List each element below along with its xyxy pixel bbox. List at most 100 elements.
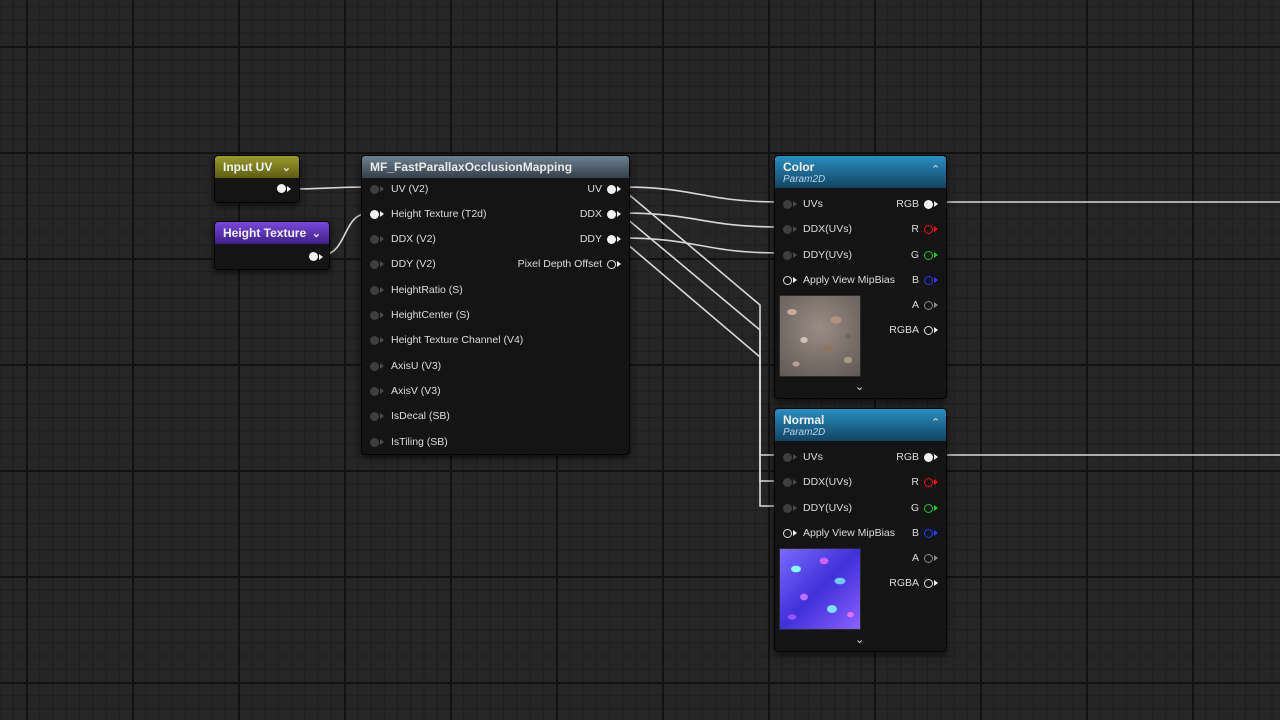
height-texture-output-pin[interactable]: [309, 252, 323, 261]
color-texture-node[interactable]: Color Param2D ⌃ UVs DDX(UVs) DDY(UVs) Ap…: [774, 155, 947, 399]
output-pin-label: R: [911, 476, 919, 488]
color-node-header[interactable]: Color Param2D: [775, 156, 946, 188]
output-pin-label: A: [911, 299, 919, 311]
color-input-uvs[interactable]: UVs: [783, 198, 823, 210]
output-pin-ddy[interactable]: DDY: [580, 233, 621, 245]
input-uv-header[interactable]: Input UV ⌄: [215, 156, 299, 178]
height-texture-header[interactable]: Height Texture ⌄: [215, 222, 329, 244]
connection-wires: [289, 186, 1280, 507]
input-uv-output-pin[interactable]: [277, 184, 291, 193]
normal-node-subtitle: Param2D: [783, 426, 826, 438]
wire-ddy-to-color-ddy: [619, 237, 784, 254]
normal-input-apply-view-mipbias[interactable]: Apply View MipBias: [783, 527, 895, 539]
color-output-b[interactable]: B: [912, 274, 938, 286]
input-pin-label: UVs: [803, 451, 823, 463]
input-pin-ddy[interactable]: DDY (V2): [370, 258, 436, 270]
input-pin-label: IsTiling (SB): [391, 436, 448, 448]
input-uv-node[interactable]: Input UV ⌄: [214, 155, 300, 203]
normal-node-header[interactable]: Normal Param2D: [775, 409, 946, 441]
output-pin-label: B: [911, 527, 919, 539]
normal-input-uvs[interactable]: UVs: [783, 451, 823, 463]
input-pin-label: DDY(UVs): [803, 502, 852, 514]
output-pin-label: RGB: [896, 198, 919, 210]
input-pin-axis-u[interactable]: AxisU (V3): [370, 360, 441, 372]
color-output-g[interactable]: G: [911, 249, 938, 261]
output-pin-label: Pixel Depth Offset: [517, 258, 602, 270]
input-pin-ddx[interactable]: DDX (V2): [370, 233, 436, 245]
input-pin-label: UV (V2): [391, 183, 429, 195]
color-output-a[interactable]: A: [912, 299, 938, 311]
input-pin-label: Apply View MipBias: [803, 274, 896, 286]
normal-node-title: Normal: [783, 412, 825, 427]
chevron-up-icon[interactable]: ⌃: [931, 163, 940, 176]
normal-output-a[interactable]: A: [912, 552, 938, 564]
input-pin-label: HeightRatio (S): [391, 284, 463, 296]
input-pin-height-texture-channel[interactable]: Height Texture Channel (V4): [370, 334, 523, 346]
output-pin-label: RGB: [896, 451, 919, 463]
input-pin-height-texture[interactable]: Height Texture (T2d): [370, 208, 487, 220]
normal-output-b[interactable]: B: [912, 527, 938, 539]
output-pin-label: B: [911, 274, 919, 286]
input-pin-height-ratio[interactable]: HeightRatio (S): [370, 284, 463, 296]
wire-uv-to-normal-uvs: [619, 186, 783, 456]
output-pin-label: G: [910, 502, 919, 514]
chevron-up-icon[interactable]: ⌃: [931, 416, 940, 429]
color-texture-preview: [779, 295, 861, 377]
color-output-rgb[interactable]: RGB: [896, 198, 938, 210]
output-pin-label: RGBA: [889, 577, 919, 589]
output-pin-pixel-depth-offset[interactable]: Pixel Depth Offset: [518, 258, 621, 270]
input-pin-label: DDX(UVs): [803, 223, 852, 235]
height-texture-node[interactable]: Height Texture ⌄: [214, 221, 330, 270]
chevron-down-icon[interactable]: ⌄: [855, 633, 864, 646]
normal-texture-node[interactable]: Normal Param2D ⌃ UVs DDX(UVs) DDY(UVs) A…: [774, 408, 947, 652]
normal-output-rgb[interactable]: RGB: [896, 451, 938, 463]
output-pin-label: RGBA: [889, 324, 919, 336]
input-pin-is-decal[interactable]: IsDecal (SB): [370, 410, 450, 422]
input-pin-label: Height Texture Channel (V4): [391, 334, 524, 346]
color-output-r[interactable]: R: [911, 223, 938, 235]
color-input-apply-view-mipbias[interactable]: Apply View MipBias: [783, 274, 895, 286]
normal-input-ddy[interactable]: DDY(UVs): [783, 502, 852, 514]
input-pin-label: Apply View MipBias: [803, 527, 896, 539]
output-pin-ddx[interactable]: DDX: [580, 208, 621, 220]
input-pin-label: UVs: [803, 198, 823, 210]
function-node-header[interactable]: MF_FastParallaxOcclusionMapping: [362, 156, 629, 178]
parallax-function-node[interactable]: MF_FastParallaxOcclusionMapping UV (V2) …: [361, 155, 630, 455]
normal-output-g[interactable]: G: [911, 502, 938, 514]
input-pin-label: AxisU (V3): [391, 360, 442, 372]
output-pin-label: UV: [587, 183, 602, 195]
output-pin-label: R: [911, 223, 919, 235]
output-pin-uv[interactable]: UV: [587, 183, 621, 195]
wire-uv-to-color-uvs: [619, 186, 784, 203]
chevron-down-icon[interactable]: ⌄: [855, 380, 864, 393]
normal-output-r[interactable]: R: [911, 476, 938, 488]
input-pin-label: AxisV (V3): [391, 385, 441, 397]
chevron-down-icon[interactable]: ⌄: [312, 227, 321, 240]
input-pin-label: Height Texture (T2d): [391, 208, 487, 220]
input-pin-label: IsDecal (SB): [391, 410, 450, 422]
input-pin-height-center[interactable]: HeightCenter (S): [370, 309, 470, 321]
normal-output-rgba[interactable]: RGBA: [889, 577, 938, 589]
chevron-down-icon[interactable]: ⌄: [282, 161, 291, 174]
wire-ddy-to-normal-ddy: [619, 237, 783, 507]
input-uv-title: Input UV: [223, 160, 273, 174]
wire-ddx-to-color-ddx: [619, 212, 784, 228]
input-pin-is-tiling[interactable]: IsTiling (SB): [370, 436, 448, 448]
input-pin-label: DDY (V2): [391, 258, 436, 270]
output-pin-label: DDX: [579, 208, 602, 220]
input-pin-uv[interactable]: UV (V2): [370, 183, 428, 195]
input-pin-axis-v[interactable]: AxisV (V3): [370, 385, 441, 397]
height-texture-title: Height Texture: [223, 226, 307, 240]
input-pin-label: HeightCenter (S): [391, 309, 470, 321]
function-node-title: MF_FastParallaxOcclusionMapping: [370, 160, 573, 174]
normal-input-ddx[interactable]: DDX(UVs): [783, 476, 852, 488]
color-input-ddy[interactable]: DDY(UVs): [783, 249, 852, 261]
input-pin-label: DDY(UVs): [803, 249, 852, 261]
output-pin-label: DDY: [579, 233, 602, 245]
color-input-ddx[interactable]: DDX(UVs): [783, 223, 852, 235]
wire-ddx-to-normal-ddx: [619, 212, 783, 482]
color-output-rgba[interactable]: RGBA: [889, 324, 938, 336]
wire-input-uv-to-uv: [289, 186, 371, 190]
input-pin-label: DDX (V2): [391, 233, 436, 245]
color-node-subtitle: Param2D: [783, 173, 826, 185]
